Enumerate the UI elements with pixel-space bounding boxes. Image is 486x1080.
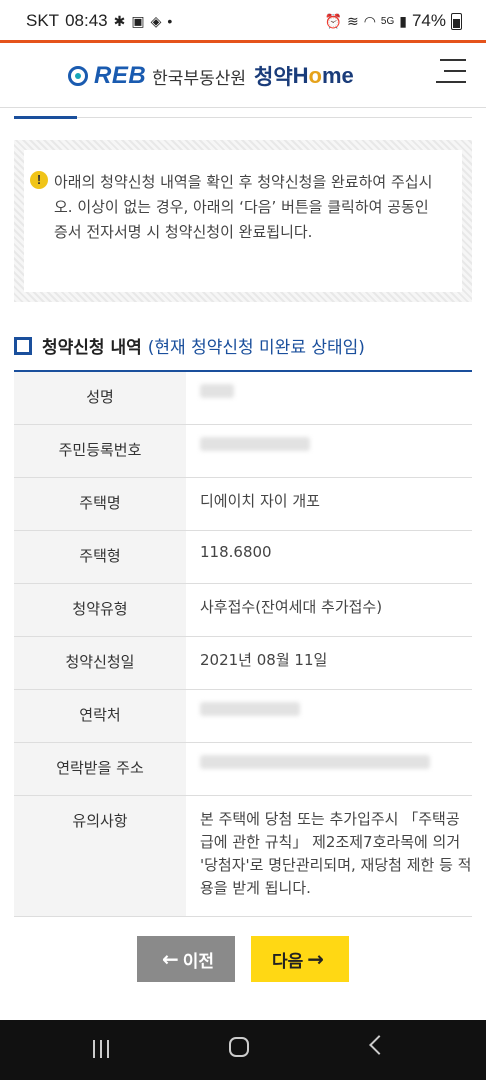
tab-indicator: [14, 116, 77, 119]
site-header: REB 한국부동산원 청약 Home: [0, 43, 486, 108]
system-nav-bar: [0, 1020, 486, 1080]
notice-text: 아래의 청약신청 내역을 확인 후 청약신청을 완료하여 주십시오. 이상이 없…: [54, 173, 433, 241]
logo-agency-text: 한국부동산원: [152, 68, 247, 89]
row-label-housing-name: 주택명: [14, 478, 186, 530]
prev-button[interactable]: ← 이전: [137, 936, 235, 982]
row-value-application-date: 2021년 08월 11일: [200, 651, 328, 669]
logo-home-me: me: [322, 63, 354, 88]
row-value-contact: [186, 690, 472, 742]
section-subtitle: (현재 청약신청 미완료 상태임): [147, 338, 365, 358]
square-bullet-icon: [14, 336, 32, 355]
notification-image-icon: ▣: [131, 13, 145, 29]
redacted-contact: [200, 702, 300, 716]
row-value-address: [186, 743, 472, 795]
notification-puzzle-icon: ✱: [113, 13, 126, 29]
table-row: 주택형 118.6800: [14, 531, 472, 584]
redacted-name: [200, 384, 234, 398]
row-label-application-date: 청약신청일: [14, 637, 186, 689]
alarm-icon: ⏰: [324, 13, 342, 29]
table-row: 연락처: [14, 690, 472, 743]
back-icon[interactable]: [369, 1035, 389, 1055]
row-label-name: 성명: [14, 372, 186, 424]
row-label-application-type: 청약유형: [14, 584, 186, 636]
table-row: 청약신청일 2021년 08월 11일: [14, 637, 472, 690]
status-bar: SKT 08:43 ✱ ▣ ◈ • ⏰ ≋ ◠ 5G ▮ 74%: [0, 0, 486, 40]
application-details-table: 성명 주민등록번호 주택명 디에이치 자이 개포 주택형 118.6800 청약…: [14, 370, 472, 917]
row-label-contact: 연락처: [14, 690, 186, 742]
row-value-housing-type: 118.6800: [200, 543, 272, 561]
row-label-address: 연락받을 주소: [14, 743, 186, 795]
reb-logo-icon: [68, 66, 88, 86]
network-type: 5G: [380, 15, 395, 27]
row-value-housing-name: 디에이치 자이 개포: [200, 492, 320, 510]
row-value-application-type: 사후접수(잔여세대 추가접수): [200, 598, 383, 616]
table-row: 성명: [14, 372, 472, 425]
recent-apps-icon[interactable]: [93, 1040, 109, 1058]
table-row: 연락받을 주소: [14, 743, 472, 796]
menu-icon[interactable]: [436, 59, 466, 85]
row-label-resident-number: 주민등록번호: [14, 425, 186, 477]
notice-inner: ! 아래의 청약신청 내역을 확인 후 청약신청을 완료하여 주십시오. 이상이…: [24, 150, 462, 292]
status-left: SKT 08:43 ✱ ▣ ◈ •: [26, 11, 172, 31]
row-label-housing-type: 주택형: [14, 531, 186, 583]
table-row: 주택명 디에이치 자이 개포: [14, 478, 472, 531]
wifi-calling-icon: ≋: [346, 13, 359, 29]
prev-button-label: 이전: [182, 951, 215, 972]
table-row: 청약유형 사후접수(잔여세대 추가접수): [14, 584, 472, 637]
next-button-label: 다음: [271, 951, 304, 972]
arrow-right-icon: →: [307, 947, 325, 971]
row-label-notes: 유의사항: [14, 796, 186, 916]
section-title: 청약신청 내역: [42, 338, 142, 358]
row-value-name: [186, 372, 472, 424]
home-icon[interactable]: [229, 1037, 249, 1057]
logo-home-text: Home: [293, 63, 354, 89]
status-right: ⏰ ≋ ◠ 5G ▮ 74%: [325, 11, 462, 31]
warning-icon: !: [30, 171, 48, 189]
battery-icon: [451, 12, 462, 30]
logo-home-h: H: [292, 63, 309, 88]
redacted-resident-number: [200, 437, 310, 451]
row-value-resident-number: [186, 425, 472, 477]
table-row: 주민등록번호: [14, 425, 472, 478]
section-heading: 청약신청 내역 (현재 청약신청 미완료 상태임): [14, 333, 365, 358]
carrier-label: SKT: [26, 11, 60, 30]
clock: 08:43: [65, 11, 108, 30]
row-value-notes: 본 주택에 당첨 또는 추가입주시 「주택공급에 관한 규칙」 제2조제7호라목…: [200, 810, 472, 897]
next-button[interactable]: 다음 →: [251, 936, 349, 982]
signal-icon: ▮: [399, 13, 407, 29]
tab-divider: [77, 117, 472, 118]
logo-cheongyak-text: 청약: [254, 65, 293, 89]
notice-box: ! 아래의 청약신청 내역을 확인 후 청약신청을 완료하여 주십시오. 이상이…: [14, 140, 472, 302]
logo-home-o: o: [308, 63, 322, 88]
site-logo[interactable]: REB 한국부동산원 청약 Home: [68, 61, 354, 91]
battery-percent: 74%: [411, 11, 446, 30]
wifi-icon: ◠: [363, 13, 376, 29]
table-row: 유의사항 본 주택에 당첨 또는 추가입주시 「주택공급에 관한 규칙」 제2조…: [14, 796, 472, 917]
notification-dot-icon: •: [167, 13, 173, 29]
redacted-address: [200, 755, 430, 769]
logo-reb-text: REB: [94, 62, 147, 89]
action-buttons: ← 이전 다음 →: [0, 936, 486, 982]
notification-app-icon: ◈: [150, 13, 162, 29]
arrow-left-icon: ←: [161, 947, 179, 971]
